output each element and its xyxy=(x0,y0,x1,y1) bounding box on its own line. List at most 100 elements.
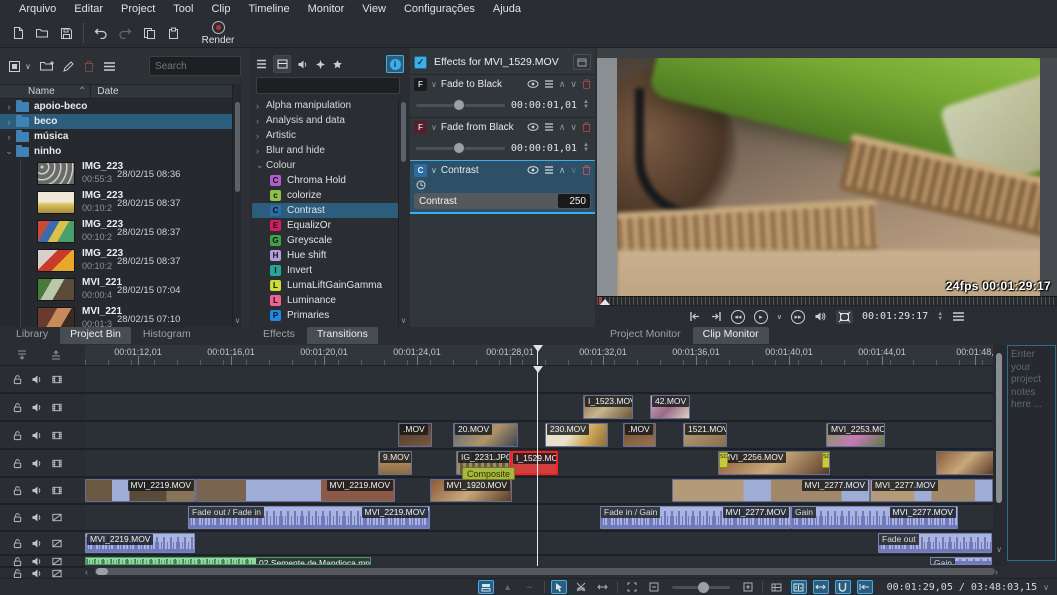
timeline-clip[interactable]: 42.MOV xyxy=(650,395,690,419)
bin-clip[interactable]: IMG_223 00:10:2 28/02/15 08:37 xyxy=(20,217,232,246)
clip-fx-badge[interactable]: Fade in / Gain xyxy=(601,507,660,518)
new-document-icon[interactable] xyxy=(6,22,30,44)
mute-track-icon[interactable] xyxy=(31,538,43,549)
timeline-clip[interactable]: 1521.MOV xyxy=(683,423,727,447)
redo-icon[interactable] xyxy=(113,22,137,44)
fit-zoom-icon[interactable] xyxy=(624,580,640,594)
delete-effect-icon[interactable] xyxy=(582,122,591,132)
mute-track-icon[interactable] xyxy=(31,556,43,567)
hide-track-icon[interactable] xyxy=(51,485,63,496)
lock-track-icon[interactable] xyxy=(12,458,23,469)
effect-category[interactable]: Alpha manipulation xyxy=(252,98,398,113)
tab-transitions[interactable]: Transitions xyxy=(307,327,378,344)
menu-ajuda[interactable]: Ajuda xyxy=(484,1,530,17)
timeline-clip[interactable]: 9.MOV xyxy=(378,451,412,475)
track-lane[interactable]: 02 Semente de Mandioca.mp3Gain xyxy=(85,556,993,566)
hide-track-icon[interactable] xyxy=(51,430,63,441)
bin-clip[interactable]: MVI_221 00:00:4 28/02/15 07:04 xyxy=(20,275,232,304)
move-effect-down-icon[interactable]: ∨ xyxy=(570,165,577,176)
tab-effects[interactable]: Effects xyxy=(253,327,305,344)
scroll-right-icon[interactable]: › xyxy=(995,567,1005,577)
create-folder-icon[interactable] xyxy=(39,60,54,72)
undo-icon[interactable] xyxy=(89,22,113,44)
bin-folder-ninho[interactable]: ⌄ ninho xyxy=(0,144,232,159)
track-lane[interactable]: MVI_2219.MOVFade out xyxy=(85,532,993,556)
pin-panel-button[interactable] xyxy=(573,54,591,70)
clip-marker[interactable]: sc xyxy=(719,452,728,468)
audio-track-icon[interactable] xyxy=(51,568,63,579)
tab-project-bin[interactable]: Project Bin xyxy=(60,327,131,344)
timeline-clip-selected[interactable]: I_1529.MOV xyxy=(510,451,558,475)
move-effect-up-icon[interactable]: ∧ xyxy=(559,79,566,90)
timeline-clip[interactable]: MVI_2277.MOV xyxy=(870,479,993,502)
tab-histogram[interactable]: Histogram xyxy=(133,327,201,344)
monitor-seek-ruler[interactable] xyxy=(597,296,1057,305)
effect-category[interactable]: Analysis and data xyxy=(252,113,398,128)
bin-search-input[interactable] xyxy=(149,56,241,76)
timeline-vertical-scrollbar[interactable]: ∨ xyxy=(993,345,1005,566)
effect-menu-icon[interactable] xyxy=(544,166,554,174)
effect-category[interactable]: Artistic xyxy=(252,128,398,143)
timeline-clip[interactable]: Gain xyxy=(930,557,992,565)
timeline-clip[interactable]: MVI_2219.MOV xyxy=(85,533,195,553)
razor-tool-icon[interactable] xyxy=(573,580,589,594)
add-clip-dropdown-icon[interactable]: ∨ xyxy=(25,62,31,71)
lock-track-icon[interactable] xyxy=(12,512,23,523)
effect-list-scrollbar[interactable]: ∨ xyxy=(398,98,407,327)
track-lane[interactable]: MVI_2219.MOVMVI_2219.MOVMVI_1920.MOVMVI_… xyxy=(85,478,993,505)
move-effect-down-icon[interactable]: ∨ xyxy=(570,122,577,133)
contrast-param-value[interactable]: 250 xyxy=(558,194,590,208)
monitor-menu-icon[interactable] xyxy=(952,312,965,321)
menu-monitor[interactable]: Monitor xyxy=(299,1,354,17)
clip-fx-badge[interactable]: Fade out / Fade in xyxy=(189,507,264,518)
bin-scrollbar[interactable]: ∨ xyxy=(232,84,241,327)
lock-track-icon[interactable] xyxy=(12,402,23,413)
selection-tool-icon[interactable] xyxy=(551,580,567,594)
copy-icon[interactable] xyxy=(137,22,161,44)
menu-configurações[interactable]: Configurações xyxy=(395,1,484,17)
scroll-left-icon[interactable]: ‹ xyxy=(85,567,95,577)
clip-fx-badge[interactable]: Gain xyxy=(931,558,955,565)
mute-track-icon[interactable] xyxy=(31,458,43,469)
insert-edit-mode-icon[interactable]: ∼ xyxy=(522,580,538,594)
lock-track-icon[interactable] xyxy=(12,556,23,567)
bin-column-header[interactable]: Name ⌃ Date xyxy=(0,84,232,99)
menu-timeline[interactable]: Timeline xyxy=(239,1,298,17)
timeline-clip[interactable]: Fade in / GainMVI_2277.MOV xyxy=(600,506,791,529)
timeline-clip[interactable] xyxy=(936,451,993,475)
favorite-effects-icon[interactable] xyxy=(332,59,343,70)
fade-duration-slider[interactable] xyxy=(416,147,505,150)
zoom-in-icon[interactable] xyxy=(740,580,756,594)
mute-track-icon[interactable] xyxy=(31,485,43,496)
expander-icon[interactable]: › xyxy=(4,117,14,127)
clip-marker[interactable]: sc xyxy=(822,452,830,468)
delete-clip-icon[interactable] xyxy=(83,60,95,73)
effect-menu-icon[interactable] xyxy=(544,80,554,88)
effect-item[interactable]: P Primaries xyxy=(252,308,398,323)
rewind-icon[interactable]: ◂◂ xyxy=(731,310,745,324)
menu-view[interactable]: View xyxy=(353,1,395,17)
effect-item[interactable]: L LumaLiftGainGamma xyxy=(252,278,398,293)
track-lane[interactable]: 9.MOVIG_2231.JPGI_1529.MOVMVI_2256.MOVsc… xyxy=(85,450,993,478)
timeline-clip[interactable]: GainMVI_2277.MOV xyxy=(791,506,958,529)
expander-icon[interactable]: › xyxy=(4,132,14,142)
fit-zoom-to-project-icon[interactable] xyxy=(857,580,873,594)
effect-item[interactable]: L Luminance xyxy=(252,293,398,308)
show-effect-icon[interactable] xyxy=(527,123,539,131)
expander-icon[interactable]: › xyxy=(4,102,14,112)
effect-contrast[interactable]: C ∨ Contrast ∧ ∨ Contrast 250 xyxy=(410,160,595,214)
effect-item[interactable]: E EqualizOr xyxy=(252,218,398,233)
track-lane[interactable]: .MOV20.MOV230.MOV.MOV1521.MOVMVI_2253.MO… xyxy=(85,422,993,450)
add-clip-icon[interactable] xyxy=(8,60,22,73)
composite-transition[interactable]: Composite xyxy=(462,467,515,480)
tab-library[interactable]: Library xyxy=(6,327,58,344)
monitor-video-area[interactable]: 24fps 00:01:29:17 xyxy=(597,48,1057,296)
effect-category[interactable]: Blur and hide xyxy=(252,143,398,158)
lock-track-icon[interactable] xyxy=(12,485,23,496)
bin-menu-icon[interactable] xyxy=(103,61,116,72)
lock-track-icon[interactable] xyxy=(12,374,23,385)
audio-effects-icon[interactable] xyxy=(297,59,309,70)
lock-track-icon[interactable] xyxy=(12,568,23,579)
delete-effect-icon[interactable] xyxy=(582,79,591,89)
extract-zone-from-timeline-icon[interactable] xyxy=(50,349,62,361)
